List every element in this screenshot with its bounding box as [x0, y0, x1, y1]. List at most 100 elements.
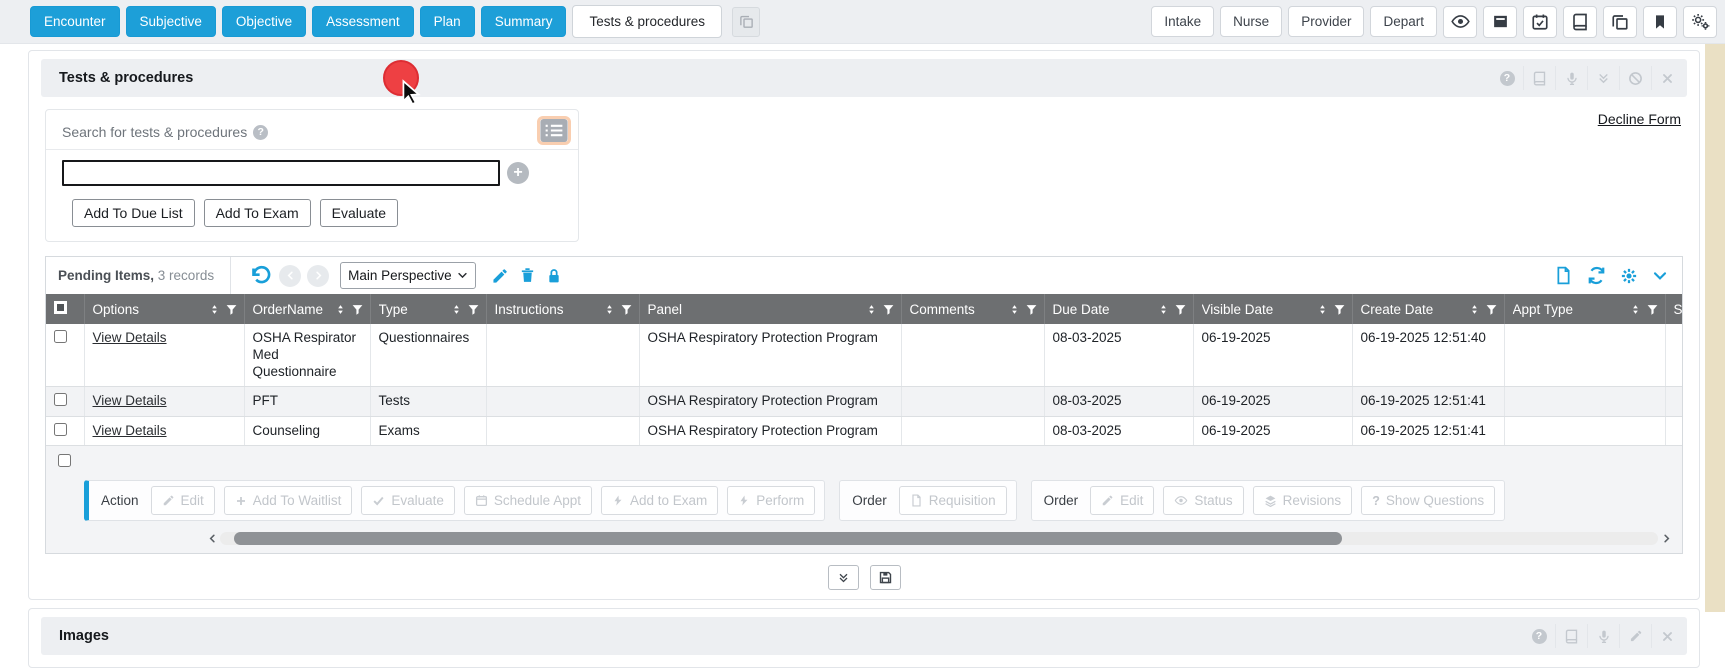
save-button[interactable]	[870, 565, 901, 590]
filter-funnel-icon[interactable]	[882, 303, 895, 316]
column-visible-date[interactable]: Visible Date	[1193, 294, 1352, 324]
column-appt-type[interactable]: Appt Type	[1504, 294, 1665, 324]
requisition-button[interactable]: Requisition	[899, 486, 1007, 515]
inbox-icon-button[interactable]	[1483, 6, 1517, 38]
copy-icon-button[interactable]	[1603, 6, 1637, 38]
perform-button[interactable]: Perform	[727, 486, 815, 515]
delete-perspective-icon-button[interactable]	[519, 267, 536, 284]
settings-gears-icon-button[interactable]	[1683, 6, 1717, 38]
sort-icon[interactable]	[1317, 303, 1328, 316]
edit-perspective-icon-button[interactable]	[491, 267, 509, 285]
tab-tests-procedures[interactable]: Tests & procedures	[572, 5, 722, 38]
help-icon-button[interactable]	[1523, 624, 1555, 648]
close-icon-button[interactable]	[1651, 66, 1683, 90]
column-instructions[interactable]: Instructions	[486, 294, 639, 324]
book-icon-button[interactable]	[1563, 6, 1597, 38]
prev-page-button[interactable]	[279, 265, 301, 287]
filter-funnel-icon[interactable]	[467, 303, 480, 316]
edit-button[interactable]: Edit	[151, 486, 215, 515]
microphone-icon-button[interactable]	[1555, 66, 1587, 90]
tab-subjective[interactable]: Subjective	[126, 6, 216, 37]
nurse-button[interactable]: Nurse	[1220, 6, 1282, 37]
select-all-checkbox[interactable]	[54, 301, 67, 314]
column-options[interactable]: Options	[84, 294, 244, 324]
tab-summary[interactable]: Summary	[481, 6, 567, 37]
status-button[interactable]: Status	[1163, 486, 1243, 515]
calendar-check-icon-button[interactable]	[1523, 6, 1557, 38]
help-icon-button[interactable]	[1491, 66, 1523, 90]
view-details-link[interactable]: View Details	[93, 393, 167, 408]
sort-icon[interactable]	[335, 303, 346, 316]
new-document-icon-button[interactable]	[1554, 266, 1573, 285]
intake-button[interactable]: Intake	[1151, 6, 1214, 37]
schedule-appt-button[interactable]: Schedule Appt	[464, 486, 592, 515]
sort-icon[interactable]	[1630, 303, 1641, 316]
add-to-waitlist-button[interactable]: Add To Waitlist	[224, 486, 353, 515]
scroll-right-arrow[interactable]	[1658, 533, 1674, 544]
show-questions-button[interactable]: ?Show Questions	[1361, 486, 1495, 515]
column-comments[interactable]: Comments	[901, 294, 1044, 324]
decline-ban-icon-button[interactable]	[1619, 66, 1651, 90]
filter-funnel-icon[interactable]	[620, 303, 633, 316]
filter-funnel-icon[interactable]	[1646, 303, 1659, 316]
next-page-button[interactable]	[307, 265, 329, 287]
add-to-exam-button[interactable]: Add to Exam	[601, 486, 718, 515]
row-checkbox[interactable]	[54, 423, 67, 436]
refresh-icon-button[interactable]	[1587, 266, 1606, 285]
collapse-section-button[interactable]	[828, 565, 859, 590]
close-icon-button[interactable]	[1651, 624, 1683, 648]
row-checkbox[interactable]	[54, 393, 67, 406]
column-due-date[interactable]: Due Date	[1044, 294, 1193, 324]
book-icon-button[interactable]	[1555, 624, 1587, 648]
filter-funnel-icon[interactable]	[1025, 303, 1038, 316]
column-panel[interactable]: Panel	[639, 294, 901, 324]
copy-tab-icon-button[interactable]	[732, 7, 760, 37]
eye-icon-button[interactable]	[1443, 6, 1477, 38]
list-view-icon-button[interactable]	[540, 119, 568, 142]
column-status-partial[interactable]: S	[1665, 294, 1683, 324]
collapse-icon-button[interactable]	[1587, 66, 1619, 90]
filter-funnel-icon[interactable]	[225, 303, 238, 316]
filter-funnel-icon[interactable]	[1333, 303, 1346, 316]
select-all-header[interactable]	[46, 294, 84, 324]
add-plus-icon[interactable]	[507, 162, 529, 184]
add-to-due-list-button[interactable]: Add To Due List	[72, 199, 195, 227]
scrollbar-thumb[interactable]	[234, 532, 1341, 545]
book-icon-button[interactable]	[1523, 66, 1555, 90]
evaluate-button[interactable]: Evaluate	[320, 199, 398, 227]
bookmark-icon-button[interactable]	[1643, 6, 1677, 38]
undo-icon-button[interactable]	[250, 265, 271, 286]
tab-encounter[interactable]: Encounter	[30, 6, 120, 37]
sort-icon[interactable]	[866, 303, 877, 316]
order-edit-button[interactable]: Edit	[1090, 486, 1154, 515]
edit-icon-button[interactable]	[1619, 624, 1651, 648]
scrollbar-track[interactable]	[220, 532, 1658, 545]
microphone-icon-button[interactable]	[1587, 624, 1619, 648]
grid-settings-icon-button[interactable]	[1620, 267, 1638, 285]
provider-button[interactable]: Provider	[1288, 6, 1364, 37]
lock-icon-button[interactable]	[546, 268, 562, 284]
view-details-link[interactable]: View Details	[93, 423, 167, 438]
help-question-icon[interactable]	[253, 125, 268, 140]
filter-funnel-icon[interactable]	[1485, 303, 1498, 316]
sort-icon[interactable]	[604, 303, 615, 316]
column-type[interactable]: Type	[370, 294, 486, 324]
decline-form-link[interactable]: Decline Form	[1598, 111, 1681, 127]
sort-icon[interactable]	[1158, 303, 1169, 316]
sort-icon[interactable]	[1469, 303, 1480, 316]
filter-funnel-icon[interactable]	[351, 303, 364, 316]
tab-assessment[interactable]: Assessment	[312, 6, 414, 37]
search-input[interactable]	[62, 160, 500, 186]
depart-button[interactable]: Depart	[1370, 6, 1437, 37]
tab-plan[interactable]: Plan	[420, 6, 475, 37]
sort-icon[interactable]	[451, 303, 462, 316]
new-row-checkbox[interactable]	[58, 454, 71, 467]
scroll-left-arrow[interactable]	[204, 533, 220, 544]
collapse-grid-icon-button[interactable]	[1652, 268, 1668, 284]
filter-funnel-icon[interactable]	[1174, 303, 1187, 316]
view-details-link[interactable]: View Details	[93, 330, 167, 345]
sort-icon[interactable]	[1009, 303, 1020, 316]
tab-objective[interactable]: Objective	[222, 6, 306, 37]
sort-icon[interactable]	[209, 303, 220, 316]
add-to-exam-button[interactable]: Add To Exam	[204, 199, 311, 227]
